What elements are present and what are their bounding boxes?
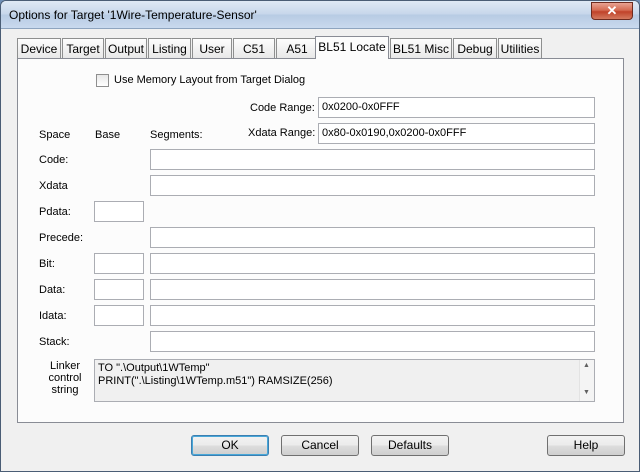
bit-segments-input[interactable] [150,253,595,274]
precede-segments-input[interactable] [150,227,595,248]
tab-bl51-locate[interactable]: BL51 Locate [315,36,389,59]
tab-c51[interactable]: C51 [233,38,275,58]
scroll-down-icon[interactable]: ▼ [583,389,590,396]
idata-row-label: Idata: [39,310,67,322]
stack-row-label: Stack: [39,336,70,348]
linker-control-string[interactable]: TO ".\Output\1WTemp" PRINT(".\Listing\1W… [94,359,595,402]
linker-label-line3: string [51,384,79,396]
tab-a51[interactable]: A51 [276,38,318,58]
bit-row-label: Bit: [39,258,55,270]
code-range-input[interactable]: 0x0200-0x0FFF [318,97,595,118]
linker-scrollbar[interactable]: ▲ ▼ [579,360,594,401]
use-memory-layout-label[interactable]: Use Memory Layout from Target Dialog [114,74,305,86]
code-range-label: Code Range: [250,102,315,114]
space-column-header: Space [39,129,71,141]
base-column-header: Base [95,129,121,141]
tab-listing[interactable]: Listing [148,38,191,58]
pdata-row-label: Pdata: [39,206,71,218]
xdata-range-label: Xdata Range: [248,127,316,139]
tab-bl51-misc[interactable]: BL51 Misc [390,38,452,58]
xdata-range-input[interactable]: 0x80-0x0190,0x0200-0x0FFF [318,123,595,144]
precede-row-label: Precede: [39,232,84,244]
cancel-button[interactable]: Cancel [281,435,359,456]
xdata-row-label: Xdata [39,180,68,192]
help-button[interactable]: Help [547,435,625,456]
bl51-locate-panel: Use Memory Layout from Target Dialog Cod… [17,58,624,423]
use-memory-layout-checkbox[interactable] [96,74,109,87]
code-segments-input[interactable] [150,149,595,170]
bit-base-input[interactable] [94,253,144,274]
stack-segments-input[interactable] [150,331,595,352]
tab-utilities[interactable]: Utilities [498,38,542,58]
idata-segments-input[interactable] [150,305,595,326]
linker-label-line1: Linker [50,360,80,372]
tab-target[interactable]: Target [62,38,104,58]
linker-control-label: Linker control string [40,360,90,396]
tab-device[interactable]: Device [17,38,61,58]
defaults-button[interactable]: Defaults [371,435,449,456]
ok-button[interactable]: OK [191,435,269,456]
options-dialog: Options for Target '1Wire-Temperature-Se… [0,0,640,472]
title-bar[interactable]: Options for Target '1Wire-Temperature-Se… [1,1,639,29]
code-row-label: Code: [39,154,69,166]
xdata-segments-input[interactable] [150,175,595,196]
tab-debug[interactable]: Debug [453,38,497,58]
scroll-up-icon[interactable]: ▲ [583,362,590,369]
data-segments-input[interactable] [150,279,595,300]
close-button[interactable]: ✕ [591,2,633,20]
linker-label-line2: control [48,372,82,384]
tab-output[interactable]: Output [105,38,147,58]
data-base-input[interactable] [94,279,144,300]
idata-base-input[interactable] [94,305,144,326]
tab-user[interactable]: User [192,38,232,58]
pdata-base-input[interactable] [94,201,144,222]
window-title: Options for Target '1Wire-Temperature-Se… [9,8,257,22]
data-row-label: Data: [39,284,66,296]
close-icon: ✕ [606,3,618,18]
segments-column-header: Segments: [150,129,203,141]
